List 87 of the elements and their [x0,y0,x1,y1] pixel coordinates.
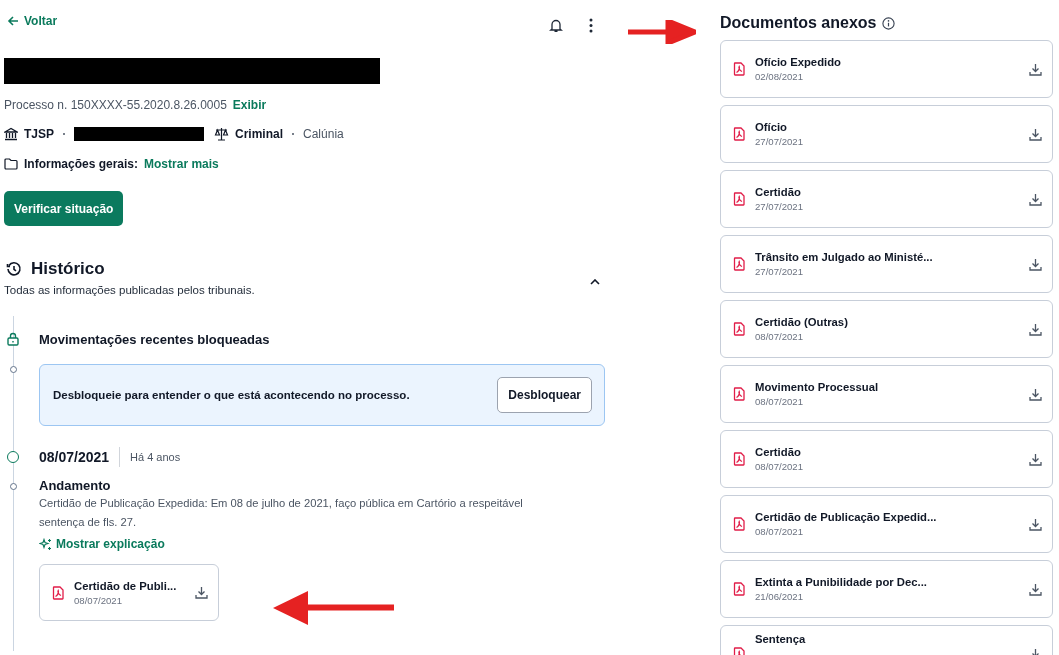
relative-time: Há 4 anos [130,450,181,463]
document-card[interactable]: Sentença [720,625,1053,655]
pdf-icon [733,127,745,141]
show-link[interactable]: Exibir [232,98,267,112]
document-title: Ofício [755,121,788,133]
document-card[interactable]: Certidão (Outras) 08/07/2021 [720,300,1053,358]
bell-icon[interactable] [549,17,563,33]
document-date: 08/07/2021 [755,396,804,407]
timeline-dot [10,366,17,373]
document-date: 08/07/2021 [755,331,804,342]
document-date: 27/07/2021 [755,136,804,147]
document-title: Movimento Processual [755,381,880,393]
document-title: Sentença [755,633,807,645]
section-title: Histórico [31,259,105,279]
pdf-icon [52,585,64,600]
pdf-icon [733,322,745,336]
document-date: 27/07/2021 [755,266,804,277]
folder-icon [4,158,18,170]
collapse-chevron-icon[interactable] [590,279,600,285]
document-title: Certidão de Publicação Expedid... [755,511,938,523]
download-icon[interactable] [1029,452,1042,466]
timeline-node [7,450,19,463]
unlock-message: Desbloqueie para entender o que está acontecendo no processo. [53,389,410,401]
court-label: TJSP [24,127,54,141]
area-label: Criminal [235,127,284,141]
download-icon[interactable] [1029,517,1042,531]
document-card[interactable]: Ofício 27/07/2021 [720,105,1053,163]
scales-icon [214,127,229,141]
document-card[interactable]: Ofício Expedido 02/08/2021 [720,40,1053,98]
document-title: Extinta a Punibilidade por Dec... [755,576,928,588]
entry-description: Certidão de Publicação Expedida: Em 08 de julho de 2021, faço pública em Cartório a respeitável sentença de fls. 27. [39,496,524,530]
bank-icon [4,127,18,141]
download-icon[interactable] [1029,582,1042,596]
document-card[interactable]: Certidão de Publi... 08/07/2021 [39,564,219,621]
download-icon[interactable] [1029,192,1042,206]
unlock-button[interactable]: Desbloquear [497,377,592,413]
document-title: Certidão [755,446,802,458]
document-date: 08/07/2021 [755,461,804,472]
back-arrow-icon [7,15,19,27]
process-number: Processo n. 150XXXX-55.2020.8.26.0005 [4,98,227,112]
show-explanation-link[interactable]: Mostrar explicação [39,537,165,551]
document-card[interactable]: Certidão 08/07/2021 [720,430,1053,488]
entry-date: 08/07/2021 [39,448,110,465]
download-icon[interactable] [1029,322,1042,336]
section-title: Documentos anexos [720,14,877,32]
info-label: Informações gerais: [24,157,139,171]
pdf-icon [733,257,745,271]
entry-title: Andamento [39,478,112,493]
show-more-link[interactable]: Mostrar mais [144,157,219,171]
download-icon[interactable] [1029,387,1042,401]
pdf-icon [733,582,745,596]
document-date: 08/07/2021 [74,594,123,606]
info-icon[interactable] [882,16,896,30]
section-subtitle: Todas as informações publicadas pelos tribunais. [4,284,256,296]
document-title: Certidão (Outras) [755,316,849,328]
document-card[interactable]: Certidão de Publicação Expedid... 08/07/2021 [720,495,1053,553]
verify-status-button[interactable]: Verificar situação [4,191,124,226]
document-title: Certidão [755,186,802,198]
pdf-icon [733,387,745,401]
document-title: Ofício Expedido [755,56,842,68]
document-card[interactable]: Extinta a Punibilidade por Dec... 21/06/2021 [720,560,1053,618]
pdf-icon [733,517,745,531]
pdf-icon [733,62,745,76]
document-card[interactable]: Certidão 27/07/2021 [720,170,1053,228]
download-icon[interactable] [1029,127,1042,141]
locked-title: Movimentações recentes bloqueadas [39,331,270,347]
document-date: 08/07/2021 [755,526,804,537]
document-title: Trânsito em Julgado ao Ministé... [755,251,934,263]
back-link[interactable]: Voltar [4,14,58,28]
subject-label: Calúnia [303,127,344,141]
document-date: 02/08/2021 [755,71,804,82]
document-card[interactable]: Movimento Processual 08/07/2021 [720,365,1053,423]
timeline-dot [10,483,17,490]
more-options-icon[interactable] [589,17,593,33]
document-title: Certidão de Publi... [74,579,178,592]
annotation-arrow [628,20,696,44]
document-date: 27/07/2021 [755,201,804,212]
lock-icon [7,332,19,346]
download-icon[interactable] [1029,62,1042,76]
download-icon[interactable] [195,586,208,599]
document-date: 21/06/2021 [755,591,804,602]
pdf-icon [733,452,745,466]
pdf-icon [733,192,745,206]
sparkle-icon [39,537,52,551]
history-icon [6,261,22,277]
download-icon[interactable] [1029,257,1042,271]
document-card[interactable]: Trânsito em Julgado ao Ministé... 27/07/2021 [720,235,1053,293]
